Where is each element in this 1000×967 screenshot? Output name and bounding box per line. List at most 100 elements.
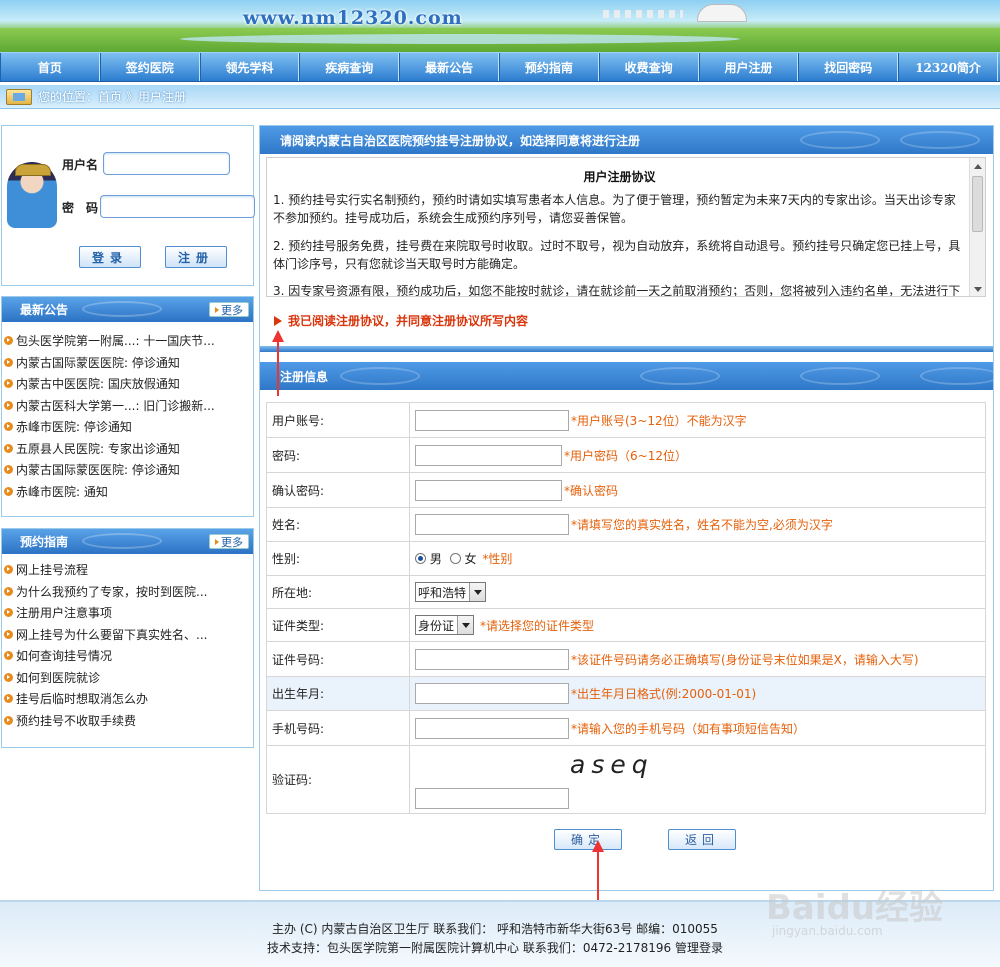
birth-input[interactable]: [415, 683, 569, 704]
list-item[interactable]: 赤峰市医院: 通知: [4, 481, 251, 503]
booking-guide-more-button[interactable]: 更多: [209, 534, 249, 549]
watermark-url: jingyan.baidu.com: [772, 924, 883, 938]
list-item-text: 网上挂号为什么要留下真实姓名、...: [16, 627, 208, 642]
nav-home[interactable]: 首页: [0, 53, 100, 81]
birth-hint: *出生年月日格式(例:2000-01-01): [571, 687, 757, 701]
nav-contract-hospitals[interactable]: 签约医院: [99, 53, 200, 81]
back-button[interactable]: 返回: [668, 829, 736, 850]
breadcrumb-text: 您的位置：首页 》用户注册: [38, 90, 186, 104]
confirm-button[interactable]: 确定: [554, 829, 622, 850]
gender-male-radio[interactable]: [415, 553, 426, 564]
agree-terms-link[interactable]: 我已阅读注册协议，并同意注册协议所写内容: [274, 312, 528, 329]
list-item[interactable]: 内蒙古国际蒙医医院: 停诊通知: [4, 459, 251, 481]
nav-user-register[interactable]: 用户注册: [698, 53, 799, 81]
list-item-text: 如何到医院就诊: [16, 670, 101, 685]
swirl-decoration: [82, 301, 162, 317]
username-input[interactable]: [103, 152, 230, 175]
list-item-text: 赤峰市医院: 通知: [16, 484, 108, 499]
list-item[interactable]: 网上挂号流程: [4, 559, 251, 581]
main-content: 请阅读内蒙古自治区医院预约挂号注册协议，如选择同意将进行注册 用户注册协议 1.…: [259, 125, 994, 891]
register-button[interactable]: 注册: [165, 246, 227, 268]
id-type-select-value: 身份证: [418, 618, 455, 633]
nav-fee-query[interactable]: 收费查询: [598, 53, 699, 81]
captcha-input[interactable]: [415, 788, 569, 809]
list-item[interactable]: 内蒙古医科大学第一...: 旧门诊搬新...: [4, 395, 251, 417]
list-item[interactable]: 内蒙古中医医院: 国庆放假通知: [4, 373, 251, 395]
agreement-paragraph: 3. 因专家号资源有限，预约成功后，如您不能按时就诊，请在就诊前一天之前取消预约…: [273, 284, 961, 297]
captcha-image[interactable]: aseq: [570, 750, 654, 779]
nav-leading-disciplines[interactable]: 领先学科: [199, 53, 300, 81]
location-select-value: 呼和浩特: [418, 585, 467, 600]
list-item[interactable]: 注册用户注意事项: [4, 602, 251, 624]
scroll-down-arrow-icon[interactable]: [974, 287, 982, 292]
form-row-id-type: 证件类型: 身份证 *请选择您的证件类型: [266, 608, 986, 642]
login-button[interactable]: 登录: [79, 246, 141, 268]
site-url: www.nm12320.com: [243, 7, 463, 29]
password-input[interactable]: [100, 195, 255, 218]
bullet-icon: [4, 672, 13, 682]
list-item[interactable]: 如何到医院就诊: [4, 667, 251, 689]
name-input[interactable]: [415, 514, 569, 535]
nav-disease-query[interactable]: 疾病查询: [299, 53, 400, 81]
form-row-id-number: 证件号码: *该证件号码请务必正确填写(身份证号末位如果是X，请输入大写): [266, 641, 986, 677]
agreement-header: 请阅读内蒙古自治区医院预约挂号注册协议，如选择同意将进行注册: [260, 126, 993, 154]
watermark-logo-text: Baidu经验: [766, 888, 944, 928]
agreement-paragraph: 1. 预约挂号实行实名制预约，预约时请如实填写患者本人信息。为了便于管理，预约暂…: [273, 193, 956, 225]
main-nav: 首页 签约医院 领先学科 疾病查询 最新公告 预约指南 收费查询 用户注册 找回…: [0, 52, 1000, 82]
swirl-decoration: [920, 367, 993, 385]
id-number-input[interactable]: [415, 648, 569, 670]
nav-retrieve-password[interactable]: 找回密码: [798, 53, 899, 81]
dropdown-arrow-icon[interactable]: [469, 583, 486, 601]
location-select[interactable]: 呼和浩特: [415, 582, 487, 602]
list-item-text: 挂号后临时想取消怎么办: [16, 692, 149, 707]
nav-latest-notice[interactable]: 最新公告: [399, 53, 499, 81]
booking-guide-title: 预约指南: [20, 535, 69, 549]
list-item[interactable]: 五原县人民医院: 专家出诊通知: [4, 438, 251, 460]
id-type-select[interactable]: 身份证: [415, 615, 475, 635]
swirl-decoration: [640, 367, 720, 385]
list-item[interactable]: 内蒙古国际蒙医医院: 停诊通知: [4, 352, 251, 374]
form-row-gender: 性别: 男 女 *性别: [266, 541, 986, 576]
password-field[interactable]: [415, 444, 562, 466]
id-number-label: 证件号码:: [266, 641, 410, 677]
list-item-text: 内蒙古国际蒙医医院: 停诊通知: [16, 355, 180, 370]
phone-input[interactable]: [415, 717, 569, 739]
location-icon: [6, 88, 32, 105]
bullet-icon: [4, 336, 13, 346]
confirm-password-field[interactable]: [415, 479, 562, 501]
nav-booking-guide[interactable]: 预约指南: [498, 53, 599, 81]
latest-notice-more-button[interactable]: 更多: [209, 302, 249, 317]
password-hint: *用户密码（6~12位）: [564, 448, 687, 463]
list-item[interactable]: 包头医学院第一附属...: 十一国庆节...: [4, 330, 251, 352]
list-item-text: 如何查询挂号情况: [16, 649, 113, 664]
password-label: 密 码: [62, 201, 99, 215]
account-hint: *用户账号(3~12位）不能为汉字: [571, 413, 747, 428]
list-item[interactable]: 为什么我预约了专家，按时到医院...: [4, 581, 251, 603]
nav-12320-intro[interactable]: 12320简介: [898, 53, 998, 81]
agreement-header-text: 请阅读内蒙古自治区医院预约挂号注册协议，如选择同意将进行注册: [280, 133, 641, 148]
scroll-thumb[interactable]: [972, 176, 983, 232]
list-item[interactable]: 预约挂号不收取手续费: [4, 710, 251, 732]
latest-notice-title: 最新公告: [20, 303, 69, 317]
register-info-title: 注册信息: [280, 369, 329, 384]
dropdown-arrow-icon[interactable]: [457, 616, 474, 634]
account-input[interactable]: [415, 409, 569, 431]
login-panel: 用户名 密 码 登录 注册: [1, 125, 255, 286]
list-item[interactable]: 网上挂号为什么要留下真实姓名、...: [4, 624, 251, 646]
scroll-up-arrow-icon[interactable]: [974, 164, 982, 169]
form-row-confirm: 确认密码: *确认密码: [266, 472, 986, 508]
agreement-scrollbar[interactable]: [969, 158, 985, 296]
list-item[interactable]: 如何查询挂号情况: [4, 645, 251, 667]
latest-notice-panel: 最新公告 更多 包头医学院第一附属...: 十一国庆节... 内蒙古国际蒙医医院…: [1, 296, 254, 517]
list-item-text: 注册用户注意事项: [16, 606, 113, 621]
bullet-icon: [4, 608, 13, 618]
list-item[interactable]: 赤峰市医院: 停诊通知: [4, 416, 251, 438]
gender-female-radio[interactable]: [449, 553, 461, 564]
location-label: 所在地:: [266, 575, 410, 609]
list-item[interactable]: 挂号后临时想取消怎么办: [4, 688, 251, 710]
agreement-textbox[interactable]: 用户注册协议 1. 预约挂号实行实名制预约，预约时请如实填写患者本人信息。为了便…: [266, 157, 986, 297]
register-info-header: 注册信息: [260, 362, 993, 390]
account-label: 用户账号:: [266, 402, 410, 438]
form-row-captcha: 验证码: aseq: [266, 745, 986, 814]
password-field-label: 密码:: [266, 437, 410, 473]
